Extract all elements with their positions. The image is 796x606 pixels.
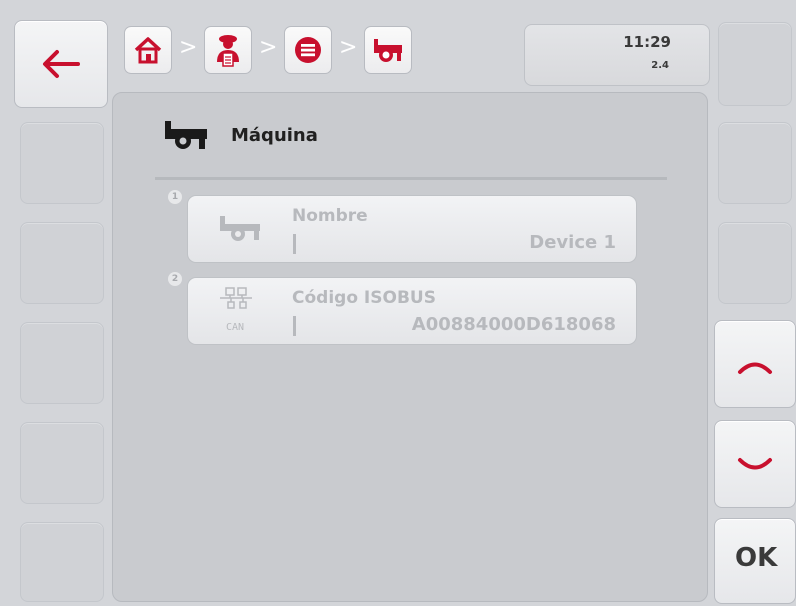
field-label: Nombre bbox=[292, 206, 368, 226]
softkey-left-2[interactable] bbox=[20, 122, 104, 204]
text-cursor bbox=[293, 234, 296, 254]
back-button[interactable] bbox=[14, 20, 108, 108]
back-arrow-icon bbox=[43, 50, 80, 78]
clock-time: 11:29 bbox=[623, 33, 671, 51]
breadcrumb-separator: > bbox=[339, 35, 358, 60]
machine-icon bbox=[220, 216, 260, 241]
scroll-down-button[interactable] bbox=[714, 420, 796, 508]
page-title-row: Máquina bbox=[163, 119, 318, 151]
can-label: CAN bbox=[226, 322, 245, 333]
chevron-up-icon bbox=[738, 362, 772, 374]
list-icon bbox=[295, 37, 321, 63]
softkey-right-2[interactable] bbox=[718, 122, 792, 204]
field-number: 1 bbox=[168, 190, 182, 204]
breadcrumb-operator[interactable] bbox=[204, 26, 252, 74]
text-cursor bbox=[293, 316, 296, 336]
field-label: Código ISOBUS bbox=[292, 288, 436, 308]
operator-icon bbox=[217, 35, 239, 67]
softkey-right-3[interactable] bbox=[718, 222, 792, 304]
breadcrumb-separator: > bbox=[179, 35, 198, 60]
softkey-left-3[interactable] bbox=[20, 222, 104, 304]
softkey-left-4[interactable] bbox=[20, 322, 104, 404]
softkey-left-6[interactable] bbox=[20, 522, 104, 602]
breadcrumb-list[interactable] bbox=[284, 26, 332, 74]
ok-label: OK bbox=[735, 543, 778, 573]
field-number: 2 bbox=[168, 272, 182, 286]
field-value: Device 1 bbox=[529, 232, 616, 253]
breadcrumb-separator: > bbox=[259, 35, 278, 60]
chevron-down-icon bbox=[738, 458, 772, 470]
breadcrumb-home[interactable] bbox=[124, 26, 172, 74]
breadcrumb-machine[interactable] bbox=[364, 26, 412, 74]
scroll-up-button[interactable] bbox=[714, 320, 796, 408]
status-clock: 11:29 2.4 bbox=[524, 24, 710, 86]
home-icon bbox=[134, 37, 162, 64]
field-isobus-code[interactable]: 2 CAN Código ISOBUS A00884000D618068 bbox=[168, 272, 637, 345]
machine-icon bbox=[374, 39, 402, 62]
softkey-right-1[interactable] bbox=[718, 22, 792, 106]
ok-button[interactable]: OK bbox=[714, 518, 796, 604]
version-label: 2.4 bbox=[651, 60, 669, 71]
machine-icon bbox=[165, 121, 207, 149]
main-panel: Máquina 1 Nombre Device 1 2 CAN Código I… bbox=[112, 92, 708, 602]
softkey-left-5[interactable] bbox=[20, 422, 104, 504]
field-value: A00884000D618068 bbox=[411, 314, 616, 335]
title-divider bbox=[155, 177, 667, 180]
terminal-screen: OK > > > 11:29 2.4 Máquina 1 Nombre Devi… bbox=[0, 0, 796, 606]
field-name[interactable]: 1 Nombre Device 1 bbox=[168, 190, 637, 263]
page-title: Máquina bbox=[231, 124, 318, 146]
